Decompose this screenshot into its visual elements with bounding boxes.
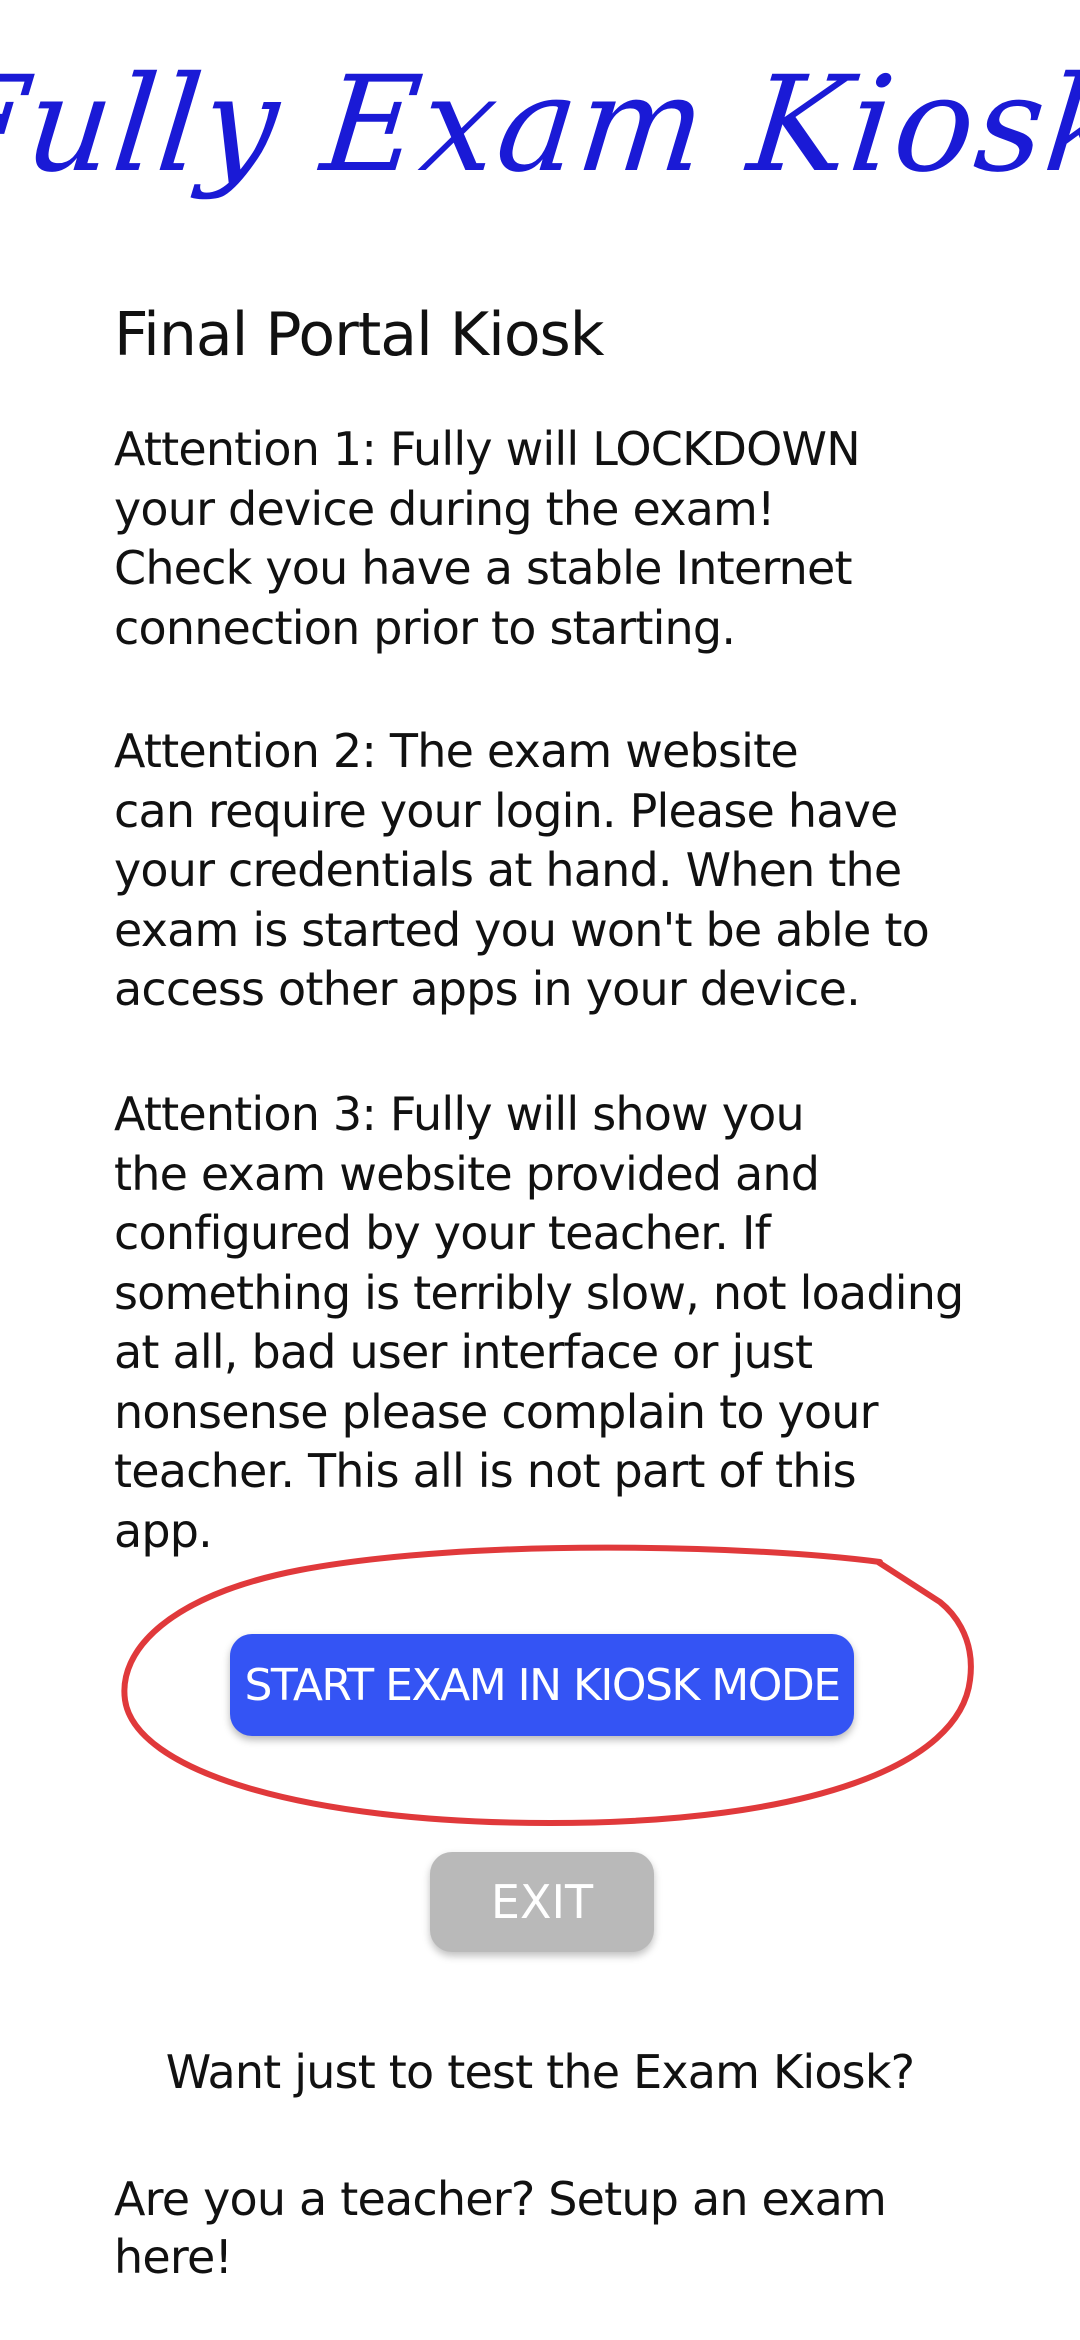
app-logo: Fully Exam Kiosk <box>0 40 1080 250</box>
logo-text: Fully Exam Kiosk <box>0 48 1080 202</box>
attention-3-text: Attention 3: Fully will show you the exa… <box>114 1087 964 1558</box>
attention-1-text: Attention 1: Fully will LOCKDOWN your de… <box>114 422 861 655</box>
exit-button[interactable]: EXIT <box>430 1852 654 1952</box>
attention-2-text: Attention 2: The exam website can requir… <box>114 724 930 1016</box>
start-exam-button[interactable]: START EXAM IN KIOSK MODE <box>230 1634 854 1736</box>
page-title: Final Portal Kiosk <box>114 300 605 370</box>
test-kiosk-link[interactable]: Want just to test the Exam Kiosk? <box>0 2045 1080 2099</box>
teacher-setup-link[interactable]: Are you a teacher? Setup an exam here! <box>114 2170 974 2286</box>
